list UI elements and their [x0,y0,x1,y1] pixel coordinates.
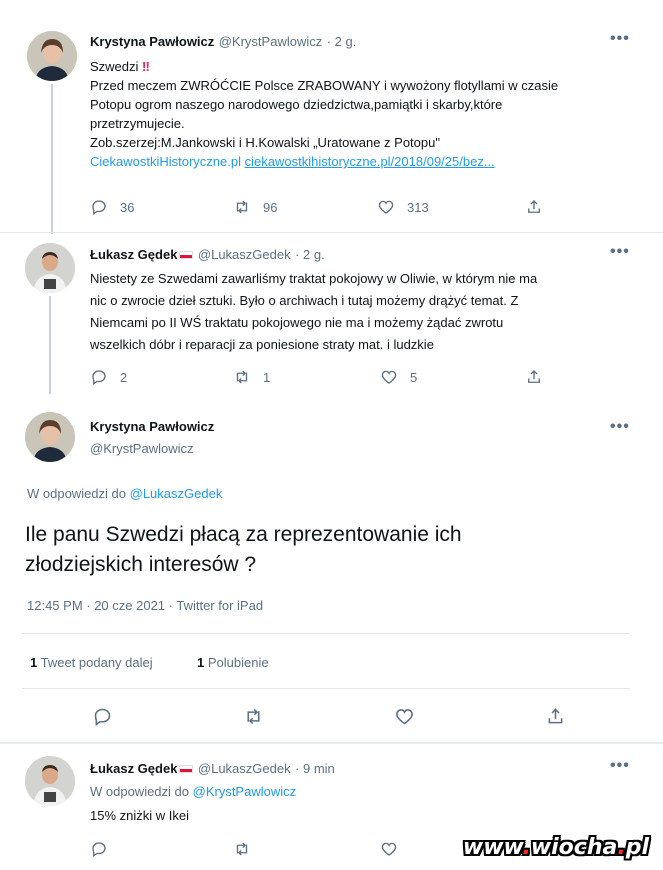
author-name[interactable]: Łukasz Gędek [90,247,177,262]
author-handle[interactable]: @LukaszGedek [198,247,291,262]
reply-icon [92,370,106,386]
main-tweet-text: Ile panu Szwedzi płacą za reprezentowani… [25,520,462,580]
retweet-button[interactable]: 1 [233,368,270,386]
tweet-time[interactable]: · 2 g. [295,247,325,262]
like-button[interactable]: 5 [380,368,417,386]
poland-flag-icon [179,250,194,259]
reply-icon [94,708,111,726]
retweet-icon [236,200,248,214]
retweets-stat[interactable]: 1 Tweet podany dalej [30,655,153,670]
watermark: www.wiocha.pl [463,835,649,860]
share-button[interactable] [525,198,543,216]
retweet-button[interactable] [233,840,251,858]
main-tweet-line: Ile panu Szwedzi płacą za reprezentowani… [25,523,462,546]
tweet-text: 15% zniżki w Ikei [90,808,189,823]
tweet-text-line: Przed meczem ZWRÓĆCIE Polsce ZRABOWANY i… [90,78,559,93]
like-count: 313 [407,199,429,215]
reply-button[interactable]: 36 [90,198,134,216]
divider [0,742,663,744]
reply-context-label: W odpowiedzi do [27,486,130,501]
likes-stat[interactable]: 1 Polubienie [197,655,269,670]
author-name[interactable]: Krystyna Pawłowicz [90,419,214,434]
reply-button[interactable]: 2 [90,368,127,386]
tweet-text-line: Potopu ogrom naszego narodowego dziedzic… [90,97,503,112]
author-name[interactable]: Łukasz Gędek [90,761,177,776]
tweet-time[interactable]: · 2 g. [327,34,357,49]
like-count: 5 [410,369,418,385]
reply-count: 36 [120,199,135,215]
tweet-text: Szwedzi ‼ Przed meczem ZWRÓĆCIE Polsce Z… [90,57,610,171]
retweet-count: 1 [263,369,271,385]
share-icon [528,370,540,383]
watermark-dot: . [522,835,531,860]
tweet-timestamp[interactable]: 12:45 PM · 20 cze 2021 · Twitter for iPa… [27,598,263,613]
main-tweet-line: złodziejskich interesów ? [25,553,257,576]
more-options-icon[interactable]: ••• [610,418,630,436]
tweet-text-line: przetrzymujecie. [90,116,185,131]
watermark-name: wiocha [530,835,618,860]
heart-icon [381,370,397,384]
heart-icon [396,709,413,725]
likes-stat-label: Polubienie [204,655,269,670]
share-button[interactable] [525,368,543,386]
reply-button[interactable] [92,706,113,727]
reply-context-label: W odpowiedzi do [90,784,193,799]
reply-icon [92,842,106,858]
share-button[interactable] [545,706,566,727]
avatar[interactable] [25,243,75,293]
tweet-text-line: wszelkich dóbr i reparacji za poniesione… [90,337,434,352]
reply-to-mention[interactable]: @KrystPawlowicz [193,784,297,799]
reply-icon [92,200,106,216]
avatar[interactable] [25,412,75,462]
like-button[interactable] [394,706,415,727]
reply-button[interactable] [90,840,108,858]
tweet-text: Niestety ze Szwedami zawarliśmy traktat … [90,268,620,356]
heart-icon [381,842,397,856]
thread-line [51,84,53,234]
share-icon [528,200,540,213]
watermark-tld: pl [625,835,649,860]
retweet-icon [236,370,248,384]
avatar[interactable] [25,756,75,806]
retweet-button[interactable]: 96 [233,198,277,216]
retweets-stat-label: Tweet podany dalej [37,655,153,670]
like-button[interactable] [380,840,398,858]
watermark-dot: . [617,835,626,860]
link-url[interactable]: ciekawostkihistoryczne.pl/2018/09/25/bez… [245,154,495,169]
author-name[interactable]: Krystyna Pawłowicz [90,34,214,49]
more-options-icon[interactable]: ••• [610,30,630,48]
link-domain[interactable]: CiekawostkiHistoryczne.pl [90,154,241,169]
double-exclamation-icon: ‼ [142,59,150,74]
tweet-text-line: Szwedzi [90,59,143,74]
author-handle[interactable]: @KrystPawlowicz [219,34,323,49]
tweet-text-line: nic o zwrocie dzieł sztuki. Było o archi… [90,293,519,308]
avatar[interactable] [27,31,77,81]
tweet-text-line: Niemcami po II WŚ traktatu pokojowego ni… [90,315,504,330]
author-handle[interactable]: @LukaszGedek [198,761,291,776]
author-handle[interactable]: @KrystPawlowicz [90,441,194,456]
divider [22,633,630,634]
more-options-icon[interactable]: ••• [610,243,630,261]
reply-to-mention[interactable]: @LukaszGedek [130,486,223,501]
retweet-icon [247,708,260,725]
poland-flag-icon [179,764,194,773]
thread-line [49,296,51,394]
divider [22,688,630,689]
like-button[interactable]: 313 [377,198,429,216]
watermark-prefix: www [462,835,523,860]
tweet-text-line: Niestety ze Szwedami zawarliśmy traktat … [90,271,538,286]
tweet-time[interactable]: · 9 min [295,761,335,776]
reply-count: 2 [120,369,128,385]
retweet-icon [236,842,248,856]
heart-icon [378,200,394,214]
retweet-button[interactable] [243,706,264,727]
share-icon [548,708,563,724]
divider [0,232,663,233]
tweet-text-line: Zob.szerzej:M.Jankowski i H.Kowalski „Ur… [90,135,440,150]
more-options-icon[interactable]: ••• [610,757,630,775]
retweet-count: 96 [263,199,278,215]
